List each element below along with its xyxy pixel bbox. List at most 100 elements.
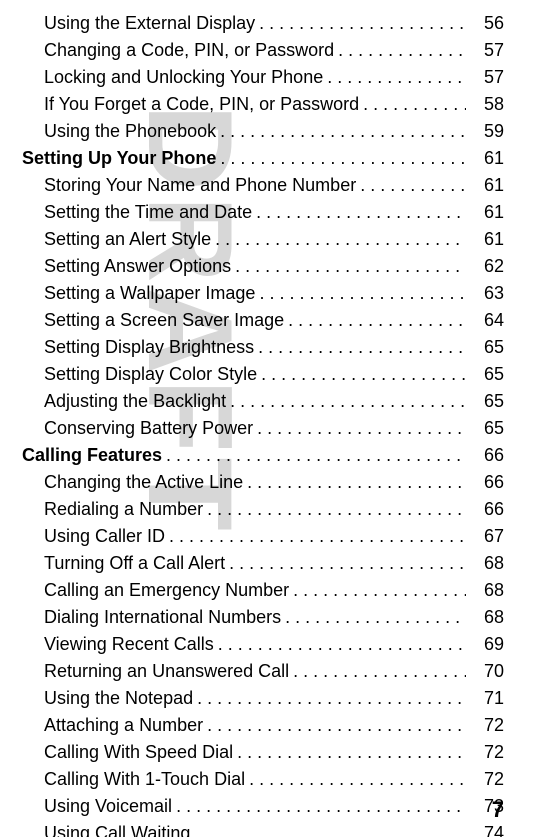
toc-row: Conserving Battery Power 65 [22, 415, 504, 442]
toc-leader-dots [293, 658, 466, 685]
toc-leader-dots [218, 631, 466, 658]
toc-page-number: 70 [470, 658, 504, 685]
toc-entry-label: Using Voicemail [44, 793, 172, 820]
toc-row: Setting Answer Options62 [22, 253, 504, 280]
toc-row: Calling Features66 [22, 442, 504, 469]
toc-page-number: 64 [470, 307, 504, 334]
toc-page-number: 72 [470, 739, 504, 766]
toc-page-number: 71 [470, 685, 504, 712]
toc-entry-label: Adjusting the Backlight [44, 388, 226, 415]
toc-leader-dots [259, 10, 466, 37]
toc-leader-dots [215, 226, 466, 253]
toc-entry-label: Changing the Active Line [44, 469, 243, 496]
toc-row: Returning an Unanswered Call 70 [22, 658, 504, 685]
toc-entry-label: Dialing International Numbers [44, 604, 281, 631]
toc-row: Changing a Code, PIN, or Password 57 [22, 37, 504, 64]
toc-row: Setting the Time and Date61 [22, 199, 504, 226]
toc-page-number: 57 [470, 64, 504, 91]
toc-leader-dots [197, 685, 466, 712]
toc-entry-label: Setting an Alert Style [44, 226, 211, 253]
toc-row: Changing the Active Line 66 [22, 469, 504, 496]
toc-row: Using the Phonebook59 [22, 118, 504, 145]
toc-page-number: 66 [470, 469, 504, 496]
toc-row: Using Call Waiting74 [22, 820, 504, 837]
toc-section-label: Calling Features [22, 442, 162, 469]
toc-entry-label: Setting Display Brightness [44, 334, 254, 361]
toc-leader-dots [220, 118, 466, 145]
toc-row: Storing Your Name and Phone Number 61 [22, 172, 504, 199]
toc-leader-dots [235, 253, 466, 280]
toc-entry-label: Turning Off a Call Alert [44, 550, 225, 577]
toc-page-number: 65 [470, 388, 504, 415]
toc-entry-label: Setting a Screen Saver Image [44, 307, 284, 334]
toc-entry-label: Using Call Waiting [44, 820, 190, 837]
toc-page-number: 68 [470, 550, 504, 577]
toc-page-number: 57 [470, 37, 504, 64]
toc-entry-label: Conserving Battery Power [44, 415, 253, 442]
toc-leader-dots [194, 820, 466, 837]
toc-page-number: 61 [470, 226, 504, 253]
toc-leader-dots [288, 307, 466, 334]
toc-entry-label: Storing Your Name and Phone Number [44, 172, 356, 199]
toc-entry-label: Using Caller ID [44, 523, 165, 550]
page-number: 7 [492, 797, 504, 823]
toc-leader-dots [259, 280, 466, 307]
table-of-contents: Using the External Display56Changing a C… [22, 10, 504, 837]
toc-entry-label: Using the Phonebook [44, 118, 216, 145]
toc-entry-label: Returning an Unanswered Call [44, 658, 289, 685]
toc-row: Calling With 1-Touch Dial72 [22, 766, 504, 793]
toc-leader-dots [360, 172, 466, 199]
toc-leader-dots [207, 496, 466, 523]
toc-entry-label: Using the Notepad [44, 685, 193, 712]
toc-leader-dots [261, 361, 466, 388]
toc-row: Using Voicemail73 [22, 793, 504, 820]
toc-leader-dots [249, 766, 466, 793]
toc-entry-label: Calling an Emergency Number [44, 577, 289, 604]
toc-leader-dots [229, 550, 466, 577]
toc-row: Redialing a Number66 [22, 496, 504, 523]
toc-leader-dots [258, 334, 466, 361]
toc-leader-dots [293, 577, 466, 604]
toc-page-number: 67 [470, 523, 504, 550]
toc-leader-dots [166, 442, 466, 469]
toc-section-label: Setting Up Your Phone [22, 145, 216, 172]
toc-page-number: 61 [470, 172, 504, 199]
toc-entry-label: Setting a Wallpaper Image [44, 280, 255, 307]
toc-entry-label: Attaching a Number [44, 712, 203, 739]
toc-page-number: 61 [470, 199, 504, 226]
toc-page-number: 72 [470, 766, 504, 793]
toc-entry-label: Locking and Unlocking Your Phone [44, 64, 323, 91]
toc-leader-dots [169, 523, 466, 550]
toc-leader-dots [257, 415, 466, 442]
toc-entry-label: Changing a Code, PIN, or Password [44, 37, 334, 64]
toc-page-number: 65 [470, 415, 504, 442]
toc-row: Using Caller ID 67 [22, 523, 504, 550]
toc-row: Calling With Speed Dial 72 [22, 739, 504, 766]
toc-row: Setting an Alert Style 61 [22, 226, 504, 253]
toc-row: Using the Notepad 71 [22, 685, 504, 712]
toc-row: Calling an Emergency Number 68 [22, 577, 504, 604]
toc-leader-dots [256, 199, 466, 226]
toc-entry-label: Calling With Speed Dial [44, 739, 233, 766]
toc-leader-dots [237, 739, 466, 766]
toc-row: Turning Off a Call Alert 68 [22, 550, 504, 577]
toc-leader-dots [176, 793, 466, 820]
toc-page-number: 66 [470, 496, 504, 523]
toc-row: Viewing Recent Calls69 [22, 631, 504, 658]
toc-page-number: 68 [470, 604, 504, 631]
toc-page-number: 69 [470, 631, 504, 658]
toc-entry-label: Setting Display Color Style [44, 361, 257, 388]
toc-row: Adjusting the Backlight 65 [22, 388, 504, 415]
toc-entry-label: If You Forget a Code, PIN, or Password [44, 91, 359, 118]
toc-row: Using the External Display56 [22, 10, 504, 37]
toc-page-number: 65 [470, 334, 504, 361]
toc-leader-dots [338, 37, 466, 64]
toc-leader-dots [327, 64, 466, 91]
toc-page-number: 63 [470, 280, 504, 307]
toc-page-number: 68 [470, 577, 504, 604]
toc-page-number: 61 [470, 145, 504, 172]
toc-row: Dialing International Numbers 68 [22, 604, 504, 631]
page-body: Using the External Display56Changing a C… [0, 0, 534, 837]
toc-leader-dots [230, 388, 466, 415]
toc-leader-dots [247, 469, 466, 496]
